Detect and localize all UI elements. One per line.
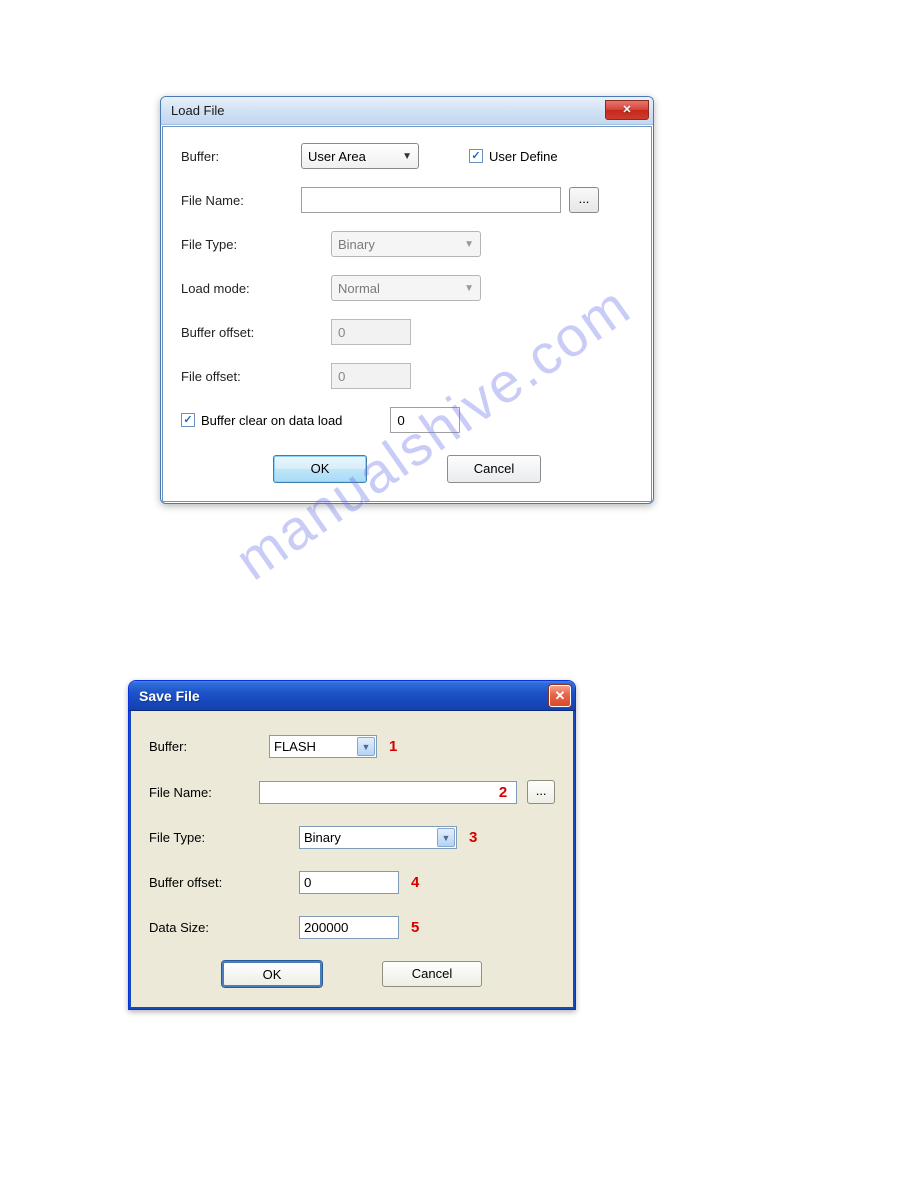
bufferclear-checkbox-group[interactable]: ✓ Buffer clear on data load bbox=[181, 413, 342, 428]
cancel-button[interactable]: Cancel bbox=[382, 961, 482, 987]
filename-input[interactable] bbox=[259, 781, 517, 804]
filetype-dropdown-value: Binary bbox=[338, 237, 375, 252]
chevron-down-icon: ▼ bbox=[464, 239, 474, 250]
chevron-down-icon: ▼ bbox=[357, 737, 375, 756]
user-define-label: User Define bbox=[489, 149, 558, 164]
load-file-dialog: Load File ✕ Buffer: User Area ▼ ✓ User D… bbox=[160, 96, 654, 504]
save-file-title: Save File bbox=[139, 688, 200, 704]
bufferoffset-input[interactable] bbox=[299, 871, 399, 894]
annotation-5: 5 bbox=[411, 919, 419, 936]
bufferoffset-label: Buffer offset: bbox=[149, 875, 299, 890]
filename-input[interactable] bbox=[301, 187, 561, 213]
save-file-dialog: Save File ✕ Buffer: FLASH ▼ 1 File Name:… bbox=[128, 680, 576, 1010]
ok-button[interactable]: OK bbox=[222, 961, 322, 987]
buffer-label: Buffer: bbox=[181, 149, 301, 164]
close-icon: ✕ bbox=[622, 103, 631, 116]
loadmode-dropdown-value: Normal bbox=[338, 281, 380, 296]
filetype-dropdown-value: Binary bbox=[304, 830, 341, 845]
bufferclear-label: Buffer clear on data load bbox=[201, 413, 342, 428]
close-icon: ✕ bbox=[555, 688, 566, 704]
cancel-button[interactable]: Cancel bbox=[447, 455, 541, 483]
load-file-body: Buffer: User Area ▼ ✓ User Define File N… bbox=[162, 126, 652, 502]
filetype-dropdown: Binary ▼ bbox=[331, 231, 481, 257]
close-button[interactable]: ✕ bbox=[605, 100, 649, 120]
save-file-titlebar[interactable]: Save File ✕ bbox=[129, 681, 575, 711]
annotation-3: 3 bbox=[469, 829, 477, 846]
save-file-body: Buffer: FLASH ▼ 1 File Name: 2 ... File … bbox=[129, 711, 575, 1009]
buffer-dropdown[interactable]: FLASH ▼ bbox=[269, 735, 377, 758]
buffer-dropdown[interactable]: User Area ▼ bbox=[301, 143, 419, 169]
browse-button[interactable]: ... bbox=[527, 780, 555, 804]
close-button[interactable]: ✕ bbox=[549, 685, 571, 707]
fileoffset-input bbox=[331, 363, 411, 389]
filetype-label: File Type: bbox=[181, 237, 301, 252]
filename-label: File Name: bbox=[181, 193, 301, 208]
check-icon: ✓ bbox=[183, 415, 192, 426]
annotation-2: 2 bbox=[499, 784, 507, 801]
check-icon: ✓ bbox=[471, 151, 480, 162]
buffer-dropdown-value: User Area bbox=[308, 149, 366, 164]
chevron-down-icon: ▼ bbox=[464, 283, 474, 294]
filetype-dropdown[interactable]: Binary ▼ bbox=[299, 826, 457, 849]
datasize-input[interactable] bbox=[299, 916, 399, 939]
load-file-title: Load File bbox=[171, 103, 224, 118]
chevron-down-icon: ▼ bbox=[402, 151, 412, 162]
bufferclear-value-input[interactable] bbox=[390, 407, 460, 433]
user-define-checkbox-group[interactable]: ✓ User Define bbox=[469, 149, 558, 164]
chevron-down-icon: ▼ bbox=[437, 828, 455, 847]
annotation-4: 4 bbox=[411, 874, 419, 891]
filetype-label: File Type: bbox=[149, 830, 299, 845]
buffer-label: Buffer: bbox=[149, 739, 269, 754]
user-define-checkbox[interactable]: ✓ bbox=[469, 149, 483, 163]
bufferoffset-input bbox=[331, 319, 411, 345]
annotation-1: 1 bbox=[389, 738, 397, 755]
loadmode-label: Load mode: bbox=[181, 281, 301, 296]
load-file-titlebar[interactable]: Load File ✕ bbox=[161, 97, 653, 125]
loadmode-dropdown: Normal ▼ bbox=[331, 275, 481, 301]
ok-button[interactable]: OK bbox=[273, 455, 367, 483]
datasize-label: Data Size: bbox=[149, 920, 299, 935]
filename-label: File Name: bbox=[149, 785, 259, 800]
browse-button[interactable]: ... bbox=[569, 187, 599, 213]
bufferoffset-label: Buffer offset: bbox=[181, 325, 301, 340]
buffer-dropdown-value: FLASH bbox=[274, 739, 316, 754]
fileoffset-label: File offset: bbox=[181, 369, 301, 384]
bufferclear-checkbox[interactable]: ✓ bbox=[181, 413, 195, 427]
